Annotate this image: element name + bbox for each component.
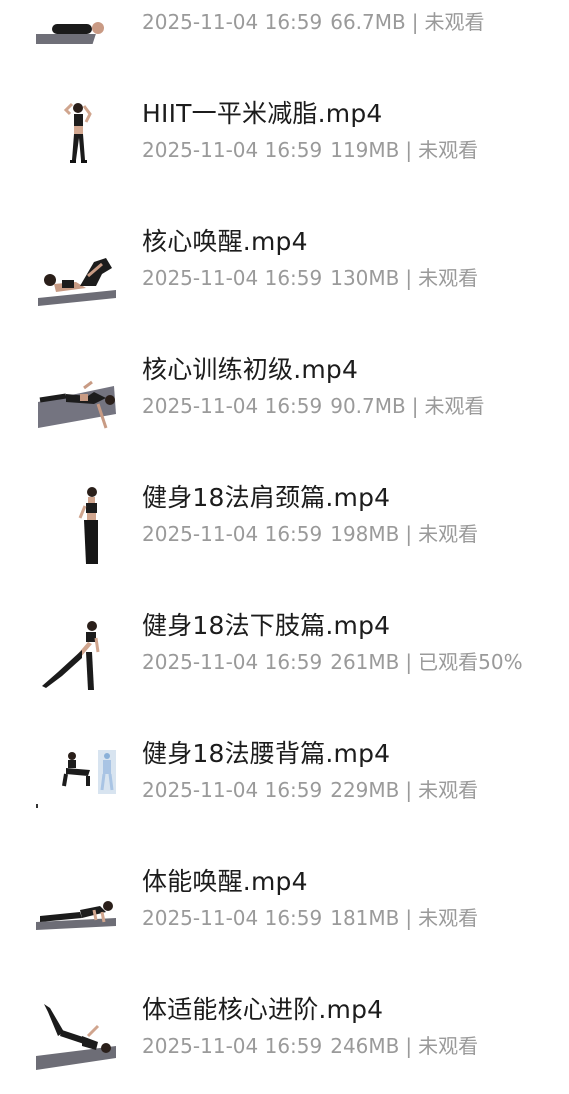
video-list-item[interactable]: 体能唤醒.mp4 2025-11-04 16:59 181MB | 未观看 bbox=[0, 838, 569, 966]
video-list-item[interactable]: HIIT一平米减脂.mp4 2025-11-04 16:59 119MB | 未观看 bbox=[0, 70, 569, 198]
video-list: 2025-11-04 16:59 66.7MB | 未观看 HIIT一平米减脂.mp4… bbox=[0, 0, 569, 1094]
video-size: 261MB bbox=[330, 650, 400, 674]
video-meta: 2025-11-04 16:59 119MB | 未观看 bbox=[142, 134, 478, 163]
video-thumbnail[interactable] bbox=[36, 100, 118, 182]
video-list-item[interactable]: 核心训练初级.mp4 2025-11-04 16:59 90.7MB | 未观看 bbox=[0, 326, 569, 454]
watch-status: 未观看 bbox=[418, 522, 479, 546]
video-title: 体能唤醒.mp4 bbox=[142, 867, 308, 896]
video-size: 119MB bbox=[330, 138, 400, 162]
video-size: 130MB bbox=[330, 266, 400, 290]
video-list-item[interactable]: 核心唤醒.mp4 2025-11-04 16:59 130MB | 未观看 bbox=[0, 198, 569, 326]
video-thumbnail[interactable] bbox=[36, 612, 118, 694]
meta-separator: | bbox=[411, 10, 419, 34]
video-size: 229MB bbox=[330, 778, 400, 802]
video-title: 体适能核心进阶.mp4 bbox=[142, 995, 384, 1024]
video-title: 核心训练初级.mp4 bbox=[142, 355, 359, 384]
video-thumbnail[interactable] bbox=[36, 996, 118, 1078]
video-list-item[interactable]: 2025-11-04 16:59 66.7MB | 未观看 bbox=[0, 0, 569, 70]
watch-status: 未观看 bbox=[418, 1034, 479, 1058]
video-meta: 2025-11-04 16:59 181MB | 未观看 bbox=[142, 902, 478, 931]
video-list-item[interactable]: 健身18法肩颈篇.mp4 2025-11-04 16:59 198MB | 未观看 bbox=[0, 454, 569, 582]
video-meta: 2025-11-04 16:59 229MB | 未观看 bbox=[142, 774, 478, 803]
video-title: 健身18法下肢篇.mp4 bbox=[142, 611, 391, 640]
video-meta: 2025-11-04 16:59 90.7MB | 未观看 bbox=[142, 390, 485, 419]
video-meta: 2025-11-04 16:59 66.7MB | 未观看 bbox=[142, 6, 485, 35]
video-title: 健身18法肩颈篇.mp4 bbox=[142, 483, 391, 512]
video-date: 2025-11-04 16:59 bbox=[142, 266, 323, 290]
meta-separator: | bbox=[405, 1034, 413, 1058]
meta-separator: | bbox=[405, 906, 413, 930]
video-date: 2025-11-04 16:59 bbox=[142, 394, 323, 418]
video-meta: 2025-11-04 16:59 198MB | 未观看 bbox=[142, 518, 478, 547]
video-date: 2025-11-04 16:59 bbox=[142, 138, 323, 162]
video-size: 198MB bbox=[330, 522, 400, 546]
video-size: 66.7MB bbox=[330, 10, 406, 34]
meta-separator: | bbox=[405, 266, 413, 290]
video-list-item[interactable]: 健身18法腰背篇.mp4 2025-11-04 16:59 229MB | 未观看 bbox=[0, 710, 569, 838]
video-title: HIIT一平米减脂.mp4 bbox=[142, 99, 383, 128]
watch-status: 未观看 bbox=[418, 266, 479, 290]
watch-status: 未观看 bbox=[418, 778, 479, 802]
watch-status: 未观看 bbox=[418, 138, 479, 162]
video-title: 健身18法腰背篇.mp4 bbox=[142, 739, 391, 768]
watch-status: 未观看 bbox=[424, 10, 485, 34]
watch-status: 未观看 bbox=[418, 906, 479, 930]
meta-separator: | bbox=[405, 650, 413, 674]
meta-separator: | bbox=[405, 522, 413, 546]
watch-status: 未观看 bbox=[424, 394, 485, 418]
video-list-item[interactable]: 体适能核心进阶.mp4 2025-11-04 16:59 246MB | 未观看 bbox=[0, 966, 569, 1094]
video-size: 246MB bbox=[330, 1034, 400, 1058]
video-date: 2025-11-04 16:59 bbox=[142, 650, 323, 674]
video-date: 2025-11-04 16:59 bbox=[142, 778, 323, 802]
video-meta: 2025-11-04 16:59 246MB | 未观看 bbox=[142, 1030, 478, 1059]
meta-separator: | bbox=[411, 394, 419, 418]
video-date: 2025-11-04 16:59 bbox=[142, 1034, 323, 1058]
video-thumbnail[interactable] bbox=[36, 484, 118, 566]
video-date: 2025-11-04 16:59 bbox=[142, 522, 323, 546]
video-thumbnail[interactable] bbox=[36, 0, 118, 54]
video-size: 90.7MB bbox=[330, 394, 406, 418]
video-date: 2025-11-04 16:59 bbox=[142, 906, 323, 930]
video-meta: 2025-11-04 16:59 261MB | 已观看50% bbox=[142, 646, 523, 675]
video-meta: 2025-11-04 16:59 130MB | 未观看 bbox=[142, 262, 478, 291]
meta-separator: | bbox=[405, 778, 413, 802]
video-date: 2025-11-04 16:59 bbox=[142, 10, 323, 34]
video-thumbnail[interactable] bbox=[36, 868, 118, 950]
meta-separator: | bbox=[405, 138, 413, 162]
video-list-item[interactable]: 健身18法下肢篇.mp4 2025-11-04 16:59 261MB | 已观看50… bbox=[0, 582, 569, 710]
video-thumbnail[interactable] bbox=[36, 740, 118, 822]
watch-status: 已观看50% bbox=[418, 650, 523, 674]
video-size: 181MB bbox=[330, 906, 400, 930]
video-thumbnail[interactable] bbox=[36, 228, 118, 310]
video-title: 核心唤醒.mp4 bbox=[142, 227, 308, 256]
video-thumbnail[interactable] bbox=[36, 356, 118, 438]
